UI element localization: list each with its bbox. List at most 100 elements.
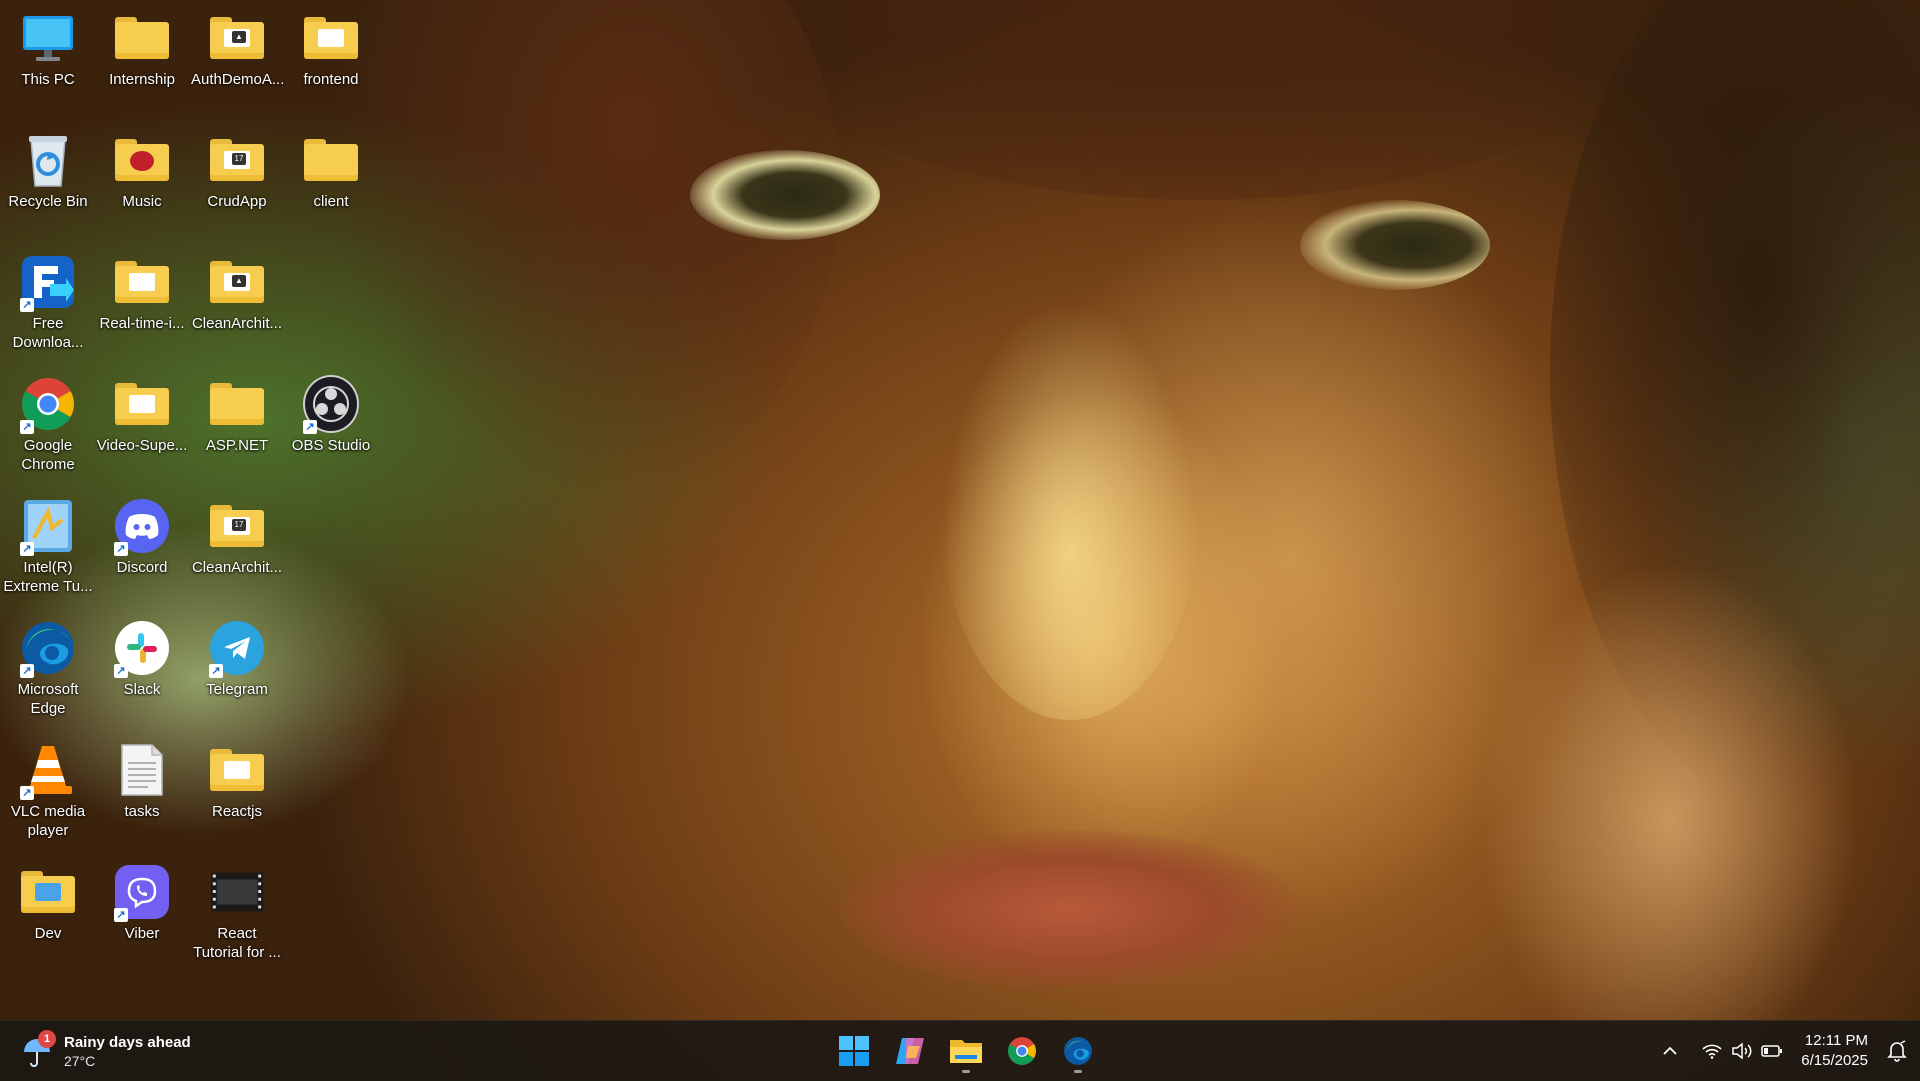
- wallpaper-lips: [840, 830, 1300, 990]
- shortcut-arrow-icon: ↗: [20, 420, 34, 434]
- network-button[interactable]: [1697, 1031, 1727, 1071]
- wallpaper-hand: [1480, 560, 1860, 1080]
- desktop-icon-crudapp[interactable]: 17 CrudApp: [189, 124, 285, 211]
- desktop-icon-viber[interactable]: ↗ Viber: [94, 856, 190, 943]
- shortcut-arrow-icon: ↗: [20, 664, 34, 678]
- desktop-icon-label: CleanArchit...: [191, 315, 283, 332]
- desktop-icon-tasks[interactable]: tasks: [94, 734, 190, 821]
- weather-badge: 1: [38, 1030, 56, 1048]
- weather-widget[interactable]: 1 Rainy days ahead 27°C: [20, 1029, 191, 1073]
- desktop-icon-client[interactable]: client: [283, 124, 379, 211]
- desktop-icon-cleanarchit-1[interactable]: ▲ CleanArchit...: [189, 246, 285, 333]
- folder-icon: 17: [209, 132, 265, 188]
- folder-icon: [209, 742, 265, 798]
- desktop-icon-authdemoa[interactable]: ▲ AuthDemoA...: [189, 2, 285, 89]
- desktop-icon-label: VLC media player: [10, 803, 86, 839]
- desktop-icon-dev[interactable]: Dev: [0, 856, 96, 943]
- desktop-icon-label: Recycle Bin: [8, 193, 88, 210]
- desktop-icon-label: Viber: [124, 925, 160, 942]
- desktop-icon-label: Slack: [123, 681, 161, 698]
- video-file-icon: [209, 864, 265, 920]
- desktop-icon-aspnet[interactable]: ASP.NET: [189, 368, 285, 455]
- desktop-icon-telegram[interactable]: ↗ Telegram: [189, 612, 285, 699]
- folder-icon: [303, 132, 359, 188]
- battery-icon: [1761, 1045, 1783, 1057]
- desktop-icon-label: Microsoft Edge: [17, 681, 79, 717]
- desktop-icon-label: Discord: [116, 559, 168, 576]
- desktop-icon-frontend[interactable]: frontend: [283, 2, 379, 89]
- slack-icon: ↗: [114, 620, 170, 678]
- edge-icon: ↗: [20, 620, 76, 678]
- desktop-icon-label: Video-Supe...: [96, 437, 188, 454]
- copilot-icon: [896, 1038, 924, 1064]
- desktop-icon-label: Google Chrome: [21, 437, 75, 473]
- desktop-icon-label: AuthDemoA...: [191, 71, 285, 88]
- desktop-icon-label: This PC: [21, 71, 75, 88]
- taskbar-copilot-button[interactable]: [884, 1027, 936, 1075]
- desktop-icon-label: CrudApp: [207, 193, 267, 210]
- desktop-icon-recycle-bin[interactable]: Recycle Bin: [0, 124, 96, 211]
- notification-bell-icon: [1887, 1040, 1907, 1062]
- umbrella-icon: 1: [20, 1030, 56, 1068]
- shortcut-arrow-icon: ↗: [114, 542, 128, 556]
- desktop-icon-vlc[interactable]: ↗ VLC media player: [0, 734, 96, 840]
- desktop-icon-obs-studio[interactable]: ↗ OBS Studio: [283, 368, 379, 455]
- desktop-icon-label: Free Downloa...: [12, 315, 84, 351]
- folder-icon: 17: [209, 498, 265, 554]
- shortcut-arrow-icon: ↗: [114, 908, 128, 922]
- folder-icon: [114, 132, 170, 188]
- desktop-icon-label: Real-time-i...: [99, 315, 185, 332]
- windows-start-icon: [839, 1036, 869, 1066]
- taskbar-edge-button[interactable]: [1052, 1027, 1104, 1075]
- desktop-icon-real-time[interactable]: Real-time-i...: [94, 246, 190, 333]
- desktop-icon-label: CleanArchit...: [191, 559, 283, 576]
- show-hidden-icons-button[interactable]: [1655, 1031, 1685, 1071]
- desktop-icon-discord[interactable]: ↗ Discord: [94, 490, 190, 577]
- desktop-icon-label: OBS Studio: [291, 437, 371, 454]
- telegram-icon: ↗: [209, 620, 265, 678]
- folder-icon: [20, 864, 76, 920]
- desktop-icon-music[interactable]: Music: [94, 124, 190, 211]
- taskbar: 1 Rainy days ahead 27°C 12:11 PM 6/15/20…: [0, 1020, 1920, 1081]
- desktop-icon-react-tutorial[interactable]: React Tutorial for ...: [189, 856, 285, 962]
- folder-icon: [303, 10, 359, 66]
- notification-center-button[interactable]: [1880, 1031, 1914, 1071]
- desktop-icon-video-supe[interactable]: Video-Supe...: [94, 368, 190, 455]
- volume-button[interactable]: [1727, 1031, 1757, 1071]
- desktop-icon-internship[interactable]: Internship: [94, 2, 190, 89]
- vlc-icon: ↗: [20, 742, 76, 800]
- shortcut-arrow-icon: ↗: [20, 298, 34, 312]
- folder-icon: [114, 376, 170, 432]
- taskbar-clock[interactable]: 12:11 PM 6/15/2025: [1801, 1031, 1868, 1071]
- desktop-icon-slack[interactable]: ↗ Slack: [94, 612, 190, 699]
- desktop-icon-label: Music: [122, 193, 162, 210]
- chrome-icon: [1008, 1037, 1036, 1065]
- desktop-icon-this-pc[interactable]: This PC: [0, 2, 96, 89]
- desktop-icon-intel-xtu[interactable]: ↗ Intel(R) Extreme Tu...: [0, 490, 96, 596]
- taskbar-chrome-button[interactable]: [996, 1027, 1048, 1075]
- desktop-icon-cleanarchit-2[interactable]: 17 CleanArchit...: [189, 490, 285, 577]
- desktop-icon-label: tasks: [124, 803, 160, 820]
- desktop-icon-microsoft-edge[interactable]: ↗ Microsoft Edge: [0, 612, 96, 718]
- obs-icon: ↗: [303, 375, 359, 434]
- taskbar-pinned-apps: [826, 1027, 1106, 1075]
- desktop-icon-label: Reactjs: [211, 803, 263, 820]
- wallpaper-nose-highlight: [940, 300, 1200, 720]
- weather-temperature: 27°C: [64, 1052, 96, 1069]
- taskbar-start-button[interactable]: [828, 1027, 880, 1075]
- taskbar-file-explorer-button[interactable]: [940, 1027, 992, 1075]
- volume-icon: [1732, 1042, 1752, 1060]
- running-indicator: [962, 1070, 970, 1073]
- intel-xtu-icon: ↗: [20, 498, 76, 556]
- recycle-bin-icon: [20, 132, 76, 188]
- wifi-icon: [1702, 1044, 1722, 1059]
- battery-button[interactable]: [1757, 1031, 1787, 1071]
- clock-time: 12:11 PM: [1804, 1032, 1868, 1049]
- desktop-icon-reactjs[interactable]: Reactjs: [189, 734, 285, 821]
- clock-date: 6/15/2025: [1801, 1052, 1868, 1069]
- desktop-icon-label: Internship: [109, 71, 175, 88]
- desktop-icon-google-chrome[interactable]: ↗ Google Chrome: [0, 368, 96, 474]
- chevron-up-icon: [1663, 1046, 1677, 1055]
- desktop-icon-label: Telegram: [206, 681, 268, 698]
- desktop-icon-free-download-manager[interactable]: ↗ Free Downloa...: [0, 246, 96, 352]
